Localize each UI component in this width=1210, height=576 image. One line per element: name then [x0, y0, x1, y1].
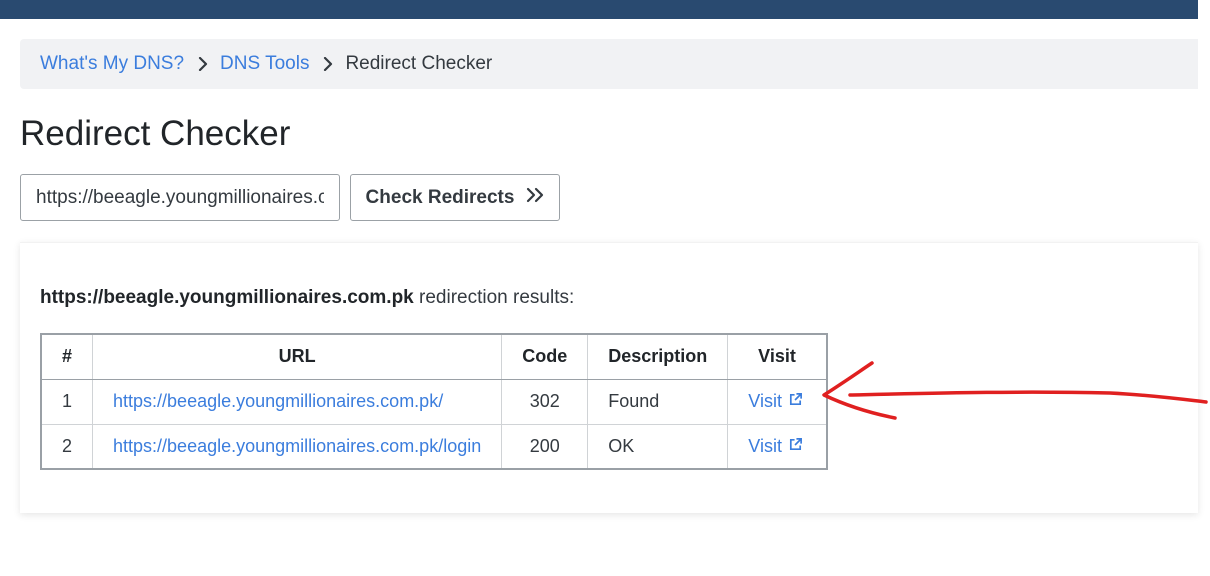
visit-label: Visit [748, 435, 782, 456]
row-url-link[interactable]: https://beeagle.youngmillionaires.com.pk… [113, 391, 443, 411]
double-chevron-right-icon [526, 187, 544, 209]
external-link-icon [788, 391, 803, 412]
row-url-link[interactable]: https://beeagle.youngmillionaires.com.pk… [113, 436, 481, 456]
row-code: 200 [501, 423, 589, 470]
results-table: # URL Code Description Visit 1 https://b… [40, 333, 828, 470]
row-description: OK [587, 423, 729, 470]
column-header-visit: Visit [727, 333, 828, 380]
check-redirects-label: Check Redirects [365, 186, 515, 208]
breadcrumb-current: Redirect Checker [345, 53, 493, 74]
check-redirects-button[interactable]: Check Redirects [350, 174, 560, 221]
row-number: 1 [40, 378, 94, 425]
breadcrumb-link-dns-tools[interactable]: DNS Tools [220, 53, 309, 75]
row-description: Found [587, 378, 729, 425]
visit-link[interactable]: Visit [748, 436, 803, 457]
column-header-url: URL [92, 333, 503, 380]
table-row: 1 https://beeagle.youngmillionaires.com.… [40, 378, 828, 425]
column-header-code: Code [501, 333, 589, 380]
results-domain: https://beeagle.youngmillionaires.com.pk [40, 287, 414, 308]
row-code: 302 [501, 378, 589, 425]
external-link-icon [788, 436, 803, 457]
red-arrow-annotation [822, 361, 1208, 420]
table-header-row: # URL Code Description Visit [40, 333, 828, 380]
top-navbar [0, 0, 1198, 19]
row-number: 2 [40, 423, 94, 470]
results-suffix: redirection results: [419, 287, 575, 308]
visit-label: Visit [748, 391, 782, 411]
column-header-description: Description [587, 333, 729, 380]
visit-link[interactable]: Visit [748, 391, 803, 412]
url-input[interactable] [20, 174, 340, 221]
page-title: Redirect Checker [20, 114, 291, 153]
breadcrumb: What's My DNS? DNS Tools Redirect Checke… [20, 39, 1198, 89]
chevron-right-icon [192, 53, 214, 75]
table-row: 2 https://beeagle.youngmillionaires.com.… [40, 423, 828, 470]
column-header-num: # [40, 333, 94, 380]
breadcrumb-link-whatsmydns[interactable]: What's My DNS? [40, 53, 184, 75]
chevron-right-icon [317, 53, 339, 75]
results-heading: https://beeagle.youngmillionaires.com.pk… [40, 287, 574, 309]
